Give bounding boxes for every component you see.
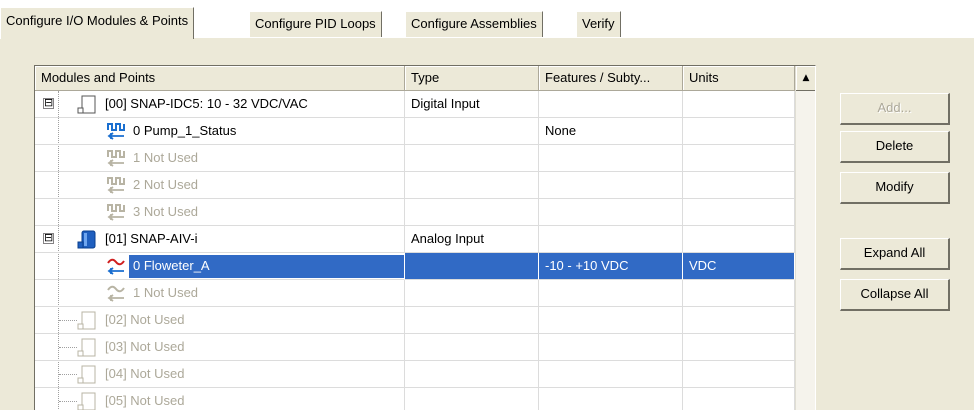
cell-units: VDC bbox=[683, 253, 795, 280]
point-name: 0 Floweter_A bbox=[129, 255, 404, 278]
cell-features bbox=[539, 91, 683, 118]
module-name: [05] Not Used bbox=[105, 393, 185, 408]
analog-module-icon bbox=[77, 230, 97, 250]
cell-features bbox=[539, 199, 683, 226]
tab-panel: Modules and Points Type Features / Subty… bbox=[0, 38, 974, 410]
module-name: [01] SNAP-AIV-i bbox=[105, 231, 198, 246]
cell-units bbox=[683, 226, 795, 253]
collapse-all-button[interactable]: Collapse All bbox=[840, 279, 950, 311]
column-header-type[interactable]: Type bbox=[405, 66, 539, 91]
table-row[interactable]: [04] Not Used bbox=[35, 361, 795, 388]
analog-input-icon bbox=[107, 284, 127, 302]
digital-input-icon bbox=[107, 122, 127, 140]
cell-units bbox=[683, 307, 795, 334]
cell-type bbox=[405, 334, 539, 361]
list-header: Modules and Points Type Features / Subty… bbox=[35, 66, 815, 91]
vertical-scrollbar[interactable]: ▲ bbox=[795, 66, 815, 410]
column-header-units[interactable]: Units bbox=[683, 66, 795, 91]
cell-type bbox=[405, 145, 539, 172]
cell-units bbox=[683, 361, 795, 388]
table-row[interactable]: ⊟ [01] SNAP-AIV-i Analog Input bbox=[35, 226, 795, 253]
table-row[interactable]: [02] Not Used bbox=[35, 307, 795, 334]
module-name: [02] Not Used bbox=[105, 312, 185, 327]
module-icon bbox=[77, 311, 97, 331]
cell-features bbox=[539, 172, 683, 199]
cell-type bbox=[405, 172, 539, 199]
cell-type bbox=[405, 307, 539, 334]
point-name: 0 Pump_1_Status bbox=[133, 123, 237, 138]
cell-type bbox=[405, 199, 539, 226]
cell-type bbox=[405, 118, 539, 145]
digital-input-icon bbox=[107, 176, 127, 194]
table-row[interactable]: 0 Floweter_A -10 - +10 VDC VDC bbox=[35, 253, 795, 280]
point-name: 1 Not Used bbox=[133, 285, 199, 300]
module-name: [03] Not Used bbox=[105, 339, 185, 354]
cell-features bbox=[539, 307, 683, 334]
cell-type: Analog Input bbox=[405, 226, 539, 253]
module-icon bbox=[77, 95, 97, 115]
tab-strip: Configure I/O Modules & Points Configure… bbox=[0, 0, 974, 39]
cell-features bbox=[539, 226, 683, 253]
module-name: [00] SNAP-IDC5: 10 - 32 VDC/VAC bbox=[105, 96, 308, 111]
table-row[interactable]: 3 Not Used bbox=[35, 199, 795, 226]
cell-units bbox=[683, 118, 795, 145]
tab-configure-pid[interactable]: Configure PID Loops bbox=[249, 11, 382, 37]
cell-units bbox=[683, 334, 795, 361]
table-row[interactable]: [05] Not Used bbox=[35, 388, 795, 410]
table-row[interactable]: [03] Not Used bbox=[35, 334, 795, 361]
cell-features: None bbox=[539, 118, 683, 145]
table-row[interactable]: 2 Not Used bbox=[35, 172, 795, 199]
cell-features bbox=[539, 388, 683, 410]
point-name: 1 Not Used bbox=[133, 150, 199, 165]
collapse-toggle[interactable]: ⊟ bbox=[43, 232, 54, 244]
tab-verify[interactable]: Verify bbox=[576, 11, 621, 37]
module-name: [04] Not Used bbox=[105, 366, 185, 381]
tab-configure-io[interactable]: Configure I/O Modules & Points bbox=[0, 7, 195, 39]
cell-features bbox=[539, 280, 683, 307]
digital-input-icon bbox=[107, 149, 127, 167]
table-row[interactable]: 1 Not Used bbox=[35, 280, 795, 307]
module-icon bbox=[77, 338, 97, 358]
column-header-features[interactable]: Features / Subty... bbox=[539, 66, 683, 91]
table-row[interactable]: 1 Not Used bbox=[35, 145, 795, 172]
modules-list-view[interactable]: Modules and Points Type Features / Subty… bbox=[34, 65, 816, 410]
table-row[interactable]: ⊟ [00] SNAP-IDC5: 10 - 32 VDC/VAC Digita… bbox=[35, 91, 795, 118]
digital-input-icon bbox=[107, 203, 127, 221]
cell-units bbox=[683, 145, 795, 172]
cell-units bbox=[683, 172, 795, 199]
point-name: 2 Not Used bbox=[133, 177, 199, 192]
cell-units bbox=[683, 388, 795, 410]
table-row[interactable]: 0 Pump_1_Status None bbox=[35, 118, 795, 145]
module-icon bbox=[77, 392, 97, 410]
cell-type bbox=[405, 280, 539, 307]
modify-button[interactable]: Modify bbox=[840, 172, 950, 204]
analog-input-icon bbox=[107, 257, 127, 275]
collapse-toggle[interactable]: ⊟ bbox=[43, 97, 54, 109]
cell-features: -10 - +10 VDC bbox=[539, 253, 683, 280]
column-header-modules[interactable]: Modules and Points bbox=[35, 66, 405, 91]
module-icon bbox=[77, 365, 97, 385]
delete-button[interactable]: Delete bbox=[840, 131, 950, 163]
tab-configure-assemblies[interactable]: Configure Assemblies bbox=[405, 11, 543, 37]
cell-features bbox=[539, 145, 683, 172]
cell-type bbox=[405, 253, 539, 280]
add-button[interactable]: Add... bbox=[840, 93, 950, 125]
cell-units bbox=[683, 199, 795, 226]
cell-type bbox=[405, 361, 539, 388]
cell-features bbox=[539, 334, 683, 361]
cell-units bbox=[683, 280, 795, 307]
scroll-up-icon[interactable]: ▲ bbox=[796, 66, 815, 91]
cell-units bbox=[683, 91, 795, 118]
point-name: 3 Not Used bbox=[133, 204, 199, 219]
cell-type: Digital Input bbox=[405, 91, 539, 118]
cell-type bbox=[405, 388, 539, 410]
expand-all-button[interactable]: Expand All bbox=[840, 238, 950, 270]
cell-features bbox=[539, 361, 683, 388]
